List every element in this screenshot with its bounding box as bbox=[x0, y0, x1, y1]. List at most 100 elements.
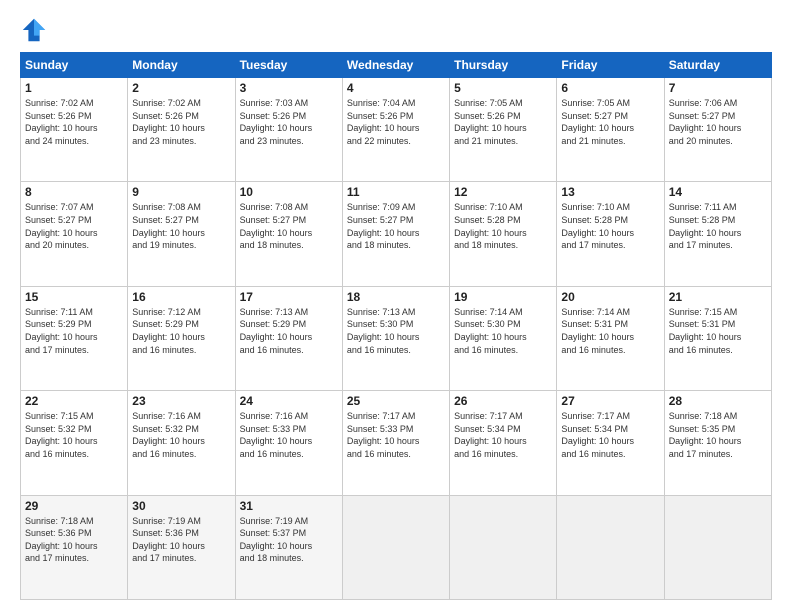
day-number: 30 bbox=[132, 499, 230, 513]
day-cell: 6 Sunrise: 7:05 AM Sunset: 5:27 PM Daylig… bbox=[557, 78, 664, 182]
day-cell: 8Sunrise: 7:07 AM Sunset: 5:27 PM Daylig… bbox=[21, 182, 128, 286]
day-number: 10 bbox=[240, 185, 338, 199]
day-cell: 9Sunrise: 7:08 AM Sunset: 5:27 PM Daylig… bbox=[128, 182, 235, 286]
day-number: 5 bbox=[454, 81, 552, 95]
day-info: Sunrise: 7:19 AM Sunset: 5:37 PM Dayligh… bbox=[240, 515, 338, 565]
day-info: Sunrise: 7:02 AM Sunset: 5:26 PM Dayligh… bbox=[25, 97, 123, 147]
week-row-4: 22 Sunrise: 7:15 AM Sunset: 5:32 PM Dayli… bbox=[21, 391, 772, 495]
day-number: 13 bbox=[561, 185, 659, 199]
day-cell bbox=[450, 495, 557, 599]
weekday-header-saturday: Saturday bbox=[664, 53, 771, 78]
day-number: 21 bbox=[669, 290, 767, 304]
day-number: 3 bbox=[240, 81, 338, 95]
day-number: 26 bbox=[454, 394, 552, 408]
day-info: Sunrise: 7:05 AM Sunset: 5:26 PM Dayligh… bbox=[454, 97, 552, 147]
weekday-header-wednesday: Wednesday bbox=[342, 53, 449, 78]
day-cell: 30 Sunrise: 7:19 AM Sunset: 5:36 PM Dayli… bbox=[128, 495, 235, 599]
day-cell: 10 Sunrise: 7:08 AM Sunset: 5:27 PM Dayli… bbox=[235, 182, 342, 286]
weekday-header-row: SundayMondayTuesdayWednesdayThursdayFrid… bbox=[21, 53, 772, 78]
day-info: Sunrise: 7:15 AM Sunset: 5:32 PM Dayligh… bbox=[25, 410, 123, 460]
day-cell: 13Sunrise: 7:10 AM Sunset: 5:28 PM Dayli… bbox=[557, 182, 664, 286]
day-number: 28 bbox=[669, 394, 767, 408]
day-info: Sunrise: 7:08 AM Sunset: 5:27 PM Dayligh… bbox=[132, 201, 230, 251]
day-cell: 19Sunrise: 7:14 AM Sunset: 5:30 PM Dayli… bbox=[450, 286, 557, 390]
day-cell: 5 Sunrise: 7:05 AM Sunset: 5:26 PM Daylig… bbox=[450, 78, 557, 182]
day-cell: 14Sunrise: 7:11 AM Sunset: 5:28 PM Dayli… bbox=[664, 182, 771, 286]
day-info: Sunrise: 7:17 AM Sunset: 5:34 PM Dayligh… bbox=[561, 410, 659, 460]
week-row-5: 29 Sunrise: 7:18 AM Sunset: 5:36 PM Dayli… bbox=[21, 495, 772, 599]
day-cell: 26 Sunrise: 7:17 AM Sunset: 5:34 PM Dayli… bbox=[450, 391, 557, 495]
day-info: Sunrise: 7:15 AM Sunset: 5:31 PM Dayligh… bbox=[669, 306, 767, 356]
day-info: Sunrise: 7:13 AM Sunset: 5:30 PM Dayligh… bbox=[347, 306, 445, 356]
day-number: 17 bbox=[240, 290, 338, 304]
day-info: Sunrise: 7:16 AM Sunset: 5:33 PM Dayligh… bbox=[240, 410, 338, 460]
day-number: 25 bbox=[347, 394, 445, 408]
day-number: 12 bbox=[454, 185, 552, 199]
page: SundayMondayTuesdayWednesdayThursdayFrid… bbox=[0, 0, 792, 612]
day-cell bbox=[342, 495, 449, 599]
week-row-3: 15 Sunrise: 7:11 AM Sunset: 5:29 PM Dayli… bbox=[21, 286, 772, 390]
day-cell: 12Sunrise: 7:10 AM Sunset: 5:28 PM Dayli… bbox=[450, 182, 557, 286]
day-number: 2 bbox=[132, 81, 230, 95]
day-number: 1 bbox=[25, 81, 123, 95]
day-info: Sunrise: 7:12 AM Sunset: 5:29 PM Dayligh… bbox=[132, 306, 230, 356]
day-cell: 1 Sunrise: 7:02 AM Sunset: 5:26 PM Daylig… bbox=[21, 78, 128, 182]
weekday-header-thursday: Thursday bbox=[450, 53, 557, 78]
day-info: Sunrise: 7:18 AM Sunset: 5:36 PM Dayligh… bbox=[25, 515, 123, 565]
weekday-header-tuesday: Tuesday bbox=[235, 53, 342, 78]
day-info: Sunrise: 7:04 AM Sunset: 5:26 PM Dayligh… bbox=[347, 97, 445, 147]
calendar-table: SundayMondayTuesdayWednesdayThursdayFrid… bbox=[20, 52, 772, 600]
day-number: 4 bbox=[347, 81, 445, 95]
day-cell: 18 Sunrise: 7:13 AM Sunset: 5:30 PM Dayli… bbox=[342, 286, 449, 390]
weekday-header-monday: Monday bbox=[128, 53, 235, 78]
day-cell bbox=[664, 495, 771, 599]
day-number: 24 bbox=[240, 394, 338, 408]
day-cell: 15 Sunrise: 7:11 AM Sunset: 5:29 PM Dayli… bbox=[21, 286, 128, 390]
week-row-2: 8Sunrise: 7:07 AM Sunset: 5:27 PM Daylig… bbox=[21, 182, 772, 286]
weekday-header-friday: Friday bbox=[557, 53, 664, 78]
day-number: 7 bbox=[669, 81, 767, 95]
day-cell: 27 Sunrise: 7:17 AM Sunset: 5:34 PM Dayli… bbox=[557, 391, 664, 495]
day-cell bbox=[557, 495, 664, 599]
day-cell: 29 Sunrise: 7:18 AM Sunset: 5:36 PM Dayli… bbox=[21, 495, 128, 599]
header bbox=[20, 16, 772, 44]
day-info: Sunrise: 7:09 AM Sunset: 5:27 PM Dayligh… bbox=[347, 201, 445, 251]
week-row-1: 1 Sunrise: 7:02 AM Sunset: 5:26 PM Daylig… bbox=[21, 78, 772, 182]
day-info: Sunrise: 7:05 AM Sunset: 5:27 PM Dayligh… bbox=[561, 97, 659, 147]
day-cell: 24 Sunrise: 7:16 AM Sunset: 5:33 PM Dayli… bbox=[235, 391, 342, 495]
day-info: Sunrise: 7:17 AM Sunset: 5:33 PM Dayligh… bbox=[347, 410, 445, 460]
day-info: Sunrise: 7:14 AM Sunset: 5:31 PM Dayligh… bbox=[561, 306, 659, 356]
day-info: Sunrise: 7:17 AM Sunset: 5:34 PM Dayligh… bbox=[454, 410, 552, 460]
day-cell: 17Sunrise: 7:13 AM Sunset: 5:29 PM Dayli… bbox=[235, 286, 342, 390]
day-cell: 31Sunrise: 7:19 AM Sunset: 5:37 PM Dayli… bbox=[235, 495, 342, 599]
day-info: Sunrise: 7:02 AM Sunset: 5:26 PM Dayligh… bbox=[132, 97, 230, 147]
day-info: Sunrise: 7:16 AM Sunset: 5:32 PM Dayligh… bbox=[132, 410, 230, 460]
day-number: 19 bbox=[454, 290, 552, 304]
logo bbox=[20, 16, 52, 44]
day-info: Sunrise: 7:03 AM Sunset: 5:26 PM Dayligh… bbox=[240, 97, 338, 147]
day-number: 18 bbox=[347, 290, 445, 304]
day-number: 14 bbox=[669, 185, 767, 199]
day-number: 22 bbox=[25, 394, 123, 408]
day-info: Sunrise: 7:18 AM Sunset: 5:35 PM Dayligh… bbox=[669, 410, 767, 460]
day-number: 29 bbox=[25, 499, 123, 513]
day-number: 27 bbox=[561, 394, 659, 408]
day-cell: 7 Sunrise: 7:06 AM Sunset: 5:27 PM Daylig… bbox=[664, 78, 771, 182]
day-number: 11 bbox=[347, 185, 445, 199]
day-info: Sunrise: 7:19 AM Sunset: 5:36 PM Dayligh… bbox=[132, 515, 230, 565]
day-cell: 25 Sunrise: 7:17 AM Sunset: 5:33 PM Dayli… bbox=[342, 391, 449, 495]
day-info: Sunrise: 7:11 AM Sunset: 5:29 PM Dayligh… bbox=[25, 306, 123, 356]
day-cell: 23 Sunrise: 7:16 AM Sunset: 5:32 PM Dayli… bbox=[128, 391, 235, 495]
day-info: Sunrise: 7:08 AM Sunset: 5:27 PM Dayligh… bbox=[240, 201, 338, 251]
day-cell: 2 Sunrise: 7:02 AM Sunset: 5:26 PM Daylig… bbox=[128, 78, 235, 182]
day-cell: 4 Sunrise: 7:04 AM Sunset: 5:26 PM Daylig… bbox=[342, 78, 449, 182]
day-info: Sunrise: 7:06 AM Sunset: 5:27 PM Dayligh… bbox=[669, 97, 767, 147]
day-cell: 3 Sunrise: 7:03 AM Sunset: 5:26 PM Daylig… bbox=[235, 78, 342, 182]
day-number: 16 bbox=[132, 290, 230, 304]
day-info: Sunrise: 7:07 AM Sunset: 5:27 PM Dayligh… bbox=[25, 201, 123, 251]
day-cell: 11 Sunrise: 7:09 AM Sunset: 5:27 PM Dayli… bbox=[342, 182, 449, 286]
day-number: 15 bbox=[25, 290, 123, 304]
day-number: 20 bbox=[561, 290, 659, 304]
day-number: 23 bbox=[132, 394, 230, 408]
day-number: 6 bbox=[561, 81, 659, 95]
